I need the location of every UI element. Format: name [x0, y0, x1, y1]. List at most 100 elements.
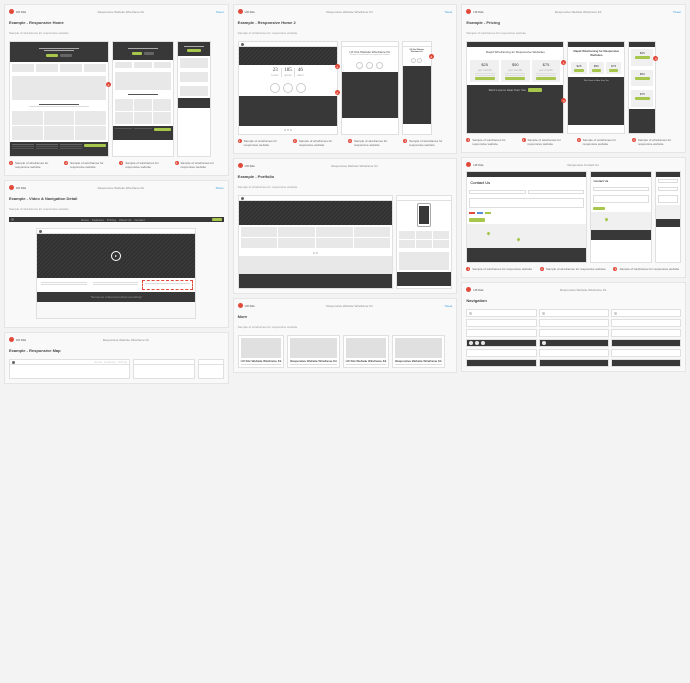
sheet-contact: UX KitsResponsive Contact Us Contact Us …	[461, 157, 686, 278]
phone-mockup-icon	[417, 203, 431, 227]
tag-chip[interactable]	[477, 212, 483, 214]
example-title: Example - Responsive Home	[9, 20, 224, 25]
sheet-responsive-map: UX KitsResponsive Website Wireframe Kit …	[4, 332, 229, 384]
wireframe-pricing-tablet: Rapid Wireframing for Responsive Website…	[567, 41, 625, 134]
annotation-item: 1Sample of wireframes for responsive web…	[9, 161, 58, 169]
pagination-dots[interactable]	[239, 126, 337, 134]
wireframe-mobile	[177, 41, 211, 157]
wireframe-row-desktop-tablet-mobile: 1	[9, 41, 224, 157]
share-links[interactable]: Tweet	[216, 10, 224, 14]
section-title: Navigation	[466, 298, 681, 303]
feature-columns	[37, 278, 195, 292]
nav-item[interactable]: Pricing	[107, 218, 116, 222]
example-subtitle: Sample of wireframes for responsive webs…	[9, 31, 224, 35]
globe-icon	[283, 83, 293, 93]
map[interactable]	[467, 224, 586, 248]
nav-variants-grid	[466, 309, 681, 367]
wireframe-desktop: 1	[9, 41, 109, 157]
sheet-portfolio: UX KitsResponsive Website Wireframe Kit …	[233, 158, 458, 294]
photo-hero	[10, 74, 108, 102]
price-card[interactable]: $25per month	[470, 60, 499, 82]
hero-dark	[10, 42, 108, 62]
submit-button[interactable]	[469, 218, 485, 222]
kit-title: Responsive Website Wireframe Kit	[28, 186, 214, 190]
globe-icons-row	[239, 80, 337, 96]
globe-icon	[270, 83, 280, 93]
video-hero	[37, 234, 195, 278]
tag-chip[interactable]	[485, 212, 491, 214]
nav-variant-dark	[466, 339, 536, 347]
sheet-video-nav: UX KitsResponsive Website Wireframe KitS…	[4, 180, 229, 328]
more-cards-row: UX Kits Website Wireframe Kit Responsive…	[238, 335, 453, 368]
wireframe-portfolio-tablet	[396, 195, 452, 289]
footer	[10, 142, 108, 156]
share-link[interactable]: Share	[216, 186, 224, 190]
wireframe-row: 23lorem 185ipsum 46dolor 1 2	[238, 41, 453, 135]
wireframe-contact-desktop: Contact Us	[466, 171, 587, 263]
devices-mockup	[239, 256, 393, 274]
cta-button[interactable]	[528, 88, 542, 92]
dark-section	[239, 96, 337, 126]
wireframe-portfolio-desktop	[238, 195, 394, 289]
pricing-cards: $25per month $50per month $75per month	[467, 57, 563, 85]
column-3: UX KitsResponsive Website Wireframe KitT…	[461, 4, 686, 384]
message-textarea[interactable]	[469, 198, 584, 208]
navbar-detail: Home Features Pricing About Us Contact	[9, 217, 224, 222]
sheet-navigation: UX KitsResponsive Website Wireframe Kit …	[461, 282, 686, 372]
brand-name: UX Kits	[16, 10, 26, 14]
tag-chip[interactable]	[469, 212, 475, 214]
portfolio-grid	[239, 225, 393, 250]
hero-photo	[239, 47, 337, 65]
text-block	[10, 102, 108, 109]
sheet-responsive-home: UX Kits Responsive Website Wireframe Kit…	[4, 4, 229, 176]
email-input[interactable]	[528, 190, 585, 194]
wireframe-video-page: "Someone referenced what something"	[36, 228, 196, 319]
nav-item[interactable]: Features	[92, 218, 104, 222]
hero-cta-button[interactable]	[187, 49, 201, 52]
annotation-marker[interactable]: 1	[106, 82, 111, 87]
nav-item[interactable]: About Us	[119, 218, 131, 222]
nav-item[interactable]: Home	[81, 218, 89, 222]
brand-logo-icon	[9, 185, 14, 190]
example-title: Example - Video & Navigation Detail	[9, 196, 224, 201]
nav-signup-button[interactable]	[212, 218, 222, 221]
price-card[interactable]: $50per month	[501, 60, 530, 82]
hero-secondary-button[interactable]	[60, 54, 72, 57]
wireframe-tablet	[112, 41, 174, 157]
sheet-header: UX Kits Responsive Website Wireframe Kit…	[9, 9, 224, 14]
sheet-more: UX KitsResponsive Website Wireframe KitT…	[233, 298, 458, 373]
example-title: Example - Portfolio	[238, 174, 453, 179]
highlighted-block	[142, 280, 193, 290]
select-plan-button[interactable]	[475, 77, 495, 80]
price-card[interactable]: $75per month	[532, 60, 561, 82]
nav-item[interactable]: Contact	[134, 218, 144, 222]
brand-logo-icon	[238, 9, 243, 14]
example-title: Example - Responsive Map	[9, 348, 224, 353]
column-2: UX KitsResponsive Website Wireframe KitT…	[233, 4, 458, 384]
play-button-icon[interactable]	[111, 251, 121, 261]
sheet-pricing: UX KitsResponsive Website Wireframe KitT…	[461, 4, 686, 153]
content-card[interactable]: Responsive Website Wireframe Kit	[392, 335, 444, 368]
annotations-row: 1Sample of wireframes for responsive web…	[9, 159, 224, 171]
map-pin-icon	[487, 231, 491, 235]
hero-secondary-button[interactable]	[144, 52, 154, 55]
footer-cta-button[interactable]	[84, 144, 106, 147]
content-card[interactable]: UX Kits Website Wireframe Kit	[343, 335, 390, 368]
name-input[interactable]	[469, 190, 526, 194]
example-subtitle: Sample of wireframes for responsive webs…	[9, 207, 224, 211]
wireframe-contact-tablet: Contact Us	[590, 171, 652, 263]
brand-logo-icon	[9, 9, 14, 14]
content-card[interactable]: Responsive Website Wireframe Kit	[287, 335, 339, 368]
hero-cta-button[interactable]	[46, 54, 58, 57]
example-title: Example - Responsive Home 2	[238, 20, 453, 25]
section-title: More	[238, 314, 453, 319]
nav-logo-icon	[11, 218, 14, 221]
wireframe-desktop: 23lorem 185ipsum 46dolor 1 2	[238, 41, 338, 135]
sheet-responsive-home-2: UX KitsResponsive Website Wireframe KitT…	[233, 4, 458, 154]
content-card[interactable]: UX Kits Website Wireframe Kit	[238, 335, 285, 368]
map-pin-icon	[517, 237, 521, 241]
quote-bar: "Someone referenced what something"	[37, 292, 195, 302]
contact-heading: Contact Us	[467, 177, 586, 188]
brand-name: UX Kits	[16, 186, 26, 190]
hero-cta-button[interactable]	[132, 52, 142, 55]
